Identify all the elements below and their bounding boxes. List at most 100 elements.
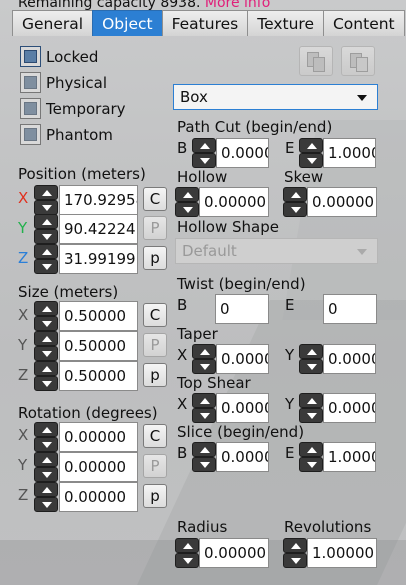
twist-begin-field[interactable]: 0 — [215, 294, 269, 324]
position-y-field[interactable]: 90.42224 — [59, 214, 138, 244]
increment-arrow-icon[interactable] — [34, 214, 58, 229]
radius-stepper[interactable] — [175, 538, 199, 568]
decrement-arrow-icon[interactable] — [34, 259, 58, 274]
paste-params-button[interactable] — [341, 46, 375, 76]
top-shear-y-stepper[interactable] — [299, 393, 323, 423]
twist-end-field[interactable]: 0 — [323, 294, 377, 324]
increment-arrow-icon[interactable] — [192, 393, 216, 408]
rotation-z-field[interactable]: 0.00000 — [59, 482, 138, 512]
slice-end-field[interactable]: 1.0000 — [323, 442, 376, 472]
rotation-x-field[interactable]: 0.00000 — [59, 422, 138, 452]
decrement-arrow-icon[interactable] — [34, 346, 58, 361]
decrement-arrow-icon[interactable] — [34, 376, 58, 391]
decrement-arrow-icon[interactable] — [192, 408, 216, 423]
increment-arrow-icon[interactable] — [299, 344, 323, 359]
position-z-stepper[interactable] — [34, 244, 58, 274]
size-z-stepper[interactable] — [34, 361, 58, 391]
decrement-arrow-icon[interactable] — [192, 359, 216, 374]
copy-params-button[interactable] — [299, 46, 333, 76]
locked-checkbox[interactable] — [20, 46, 41, 67]
size-x-field[interactable]: 0.50000 — [59, 301, 138, 331]
size-y-stepper[interactable] — [34, 331, 58, 361]
revolutions-stepper[interactable] — [283, 538, 307, 568]
skew-field[interactable]: 0.00000 — [307, 187, 377, 217]
tab-general[interactable]: General — [12, 10, 94, 36]
increment-arrow-icon[interactable] — [192, 442, 216, 457]
increment-arrow-icon[interactable] — [299, 442, 323, 457]
position-x-stepper[interactable] — [34, 185, 58, 215]
hollow-stepper[interactable] — [175, 187, 199, 217]
decrement-arrow-icon[interactable] — [175, 553, 199, 568]
paste-position-button[interactable]: P — [143, 216, 167, 240]
tab-object[interactable]: Object — [92, 10, 163, 36]
position-z-field[interactable]: 31.99199 — [59, 244, 138, 274]
decrement-arrow-icon[interactable] — [34, 316, 58, 331]
increment-arrow-icon[interactable] — [283, 187, 307, 202]
paste-rotation-lower-button[interactable]: p — [143, 484, 167, 508]
path-cut-begin-field[interactable]: 0.0000 — [216, 138, 269, 168]
increment-arrow-icon[interactable] — [34, 361, 58, 376]
paste-size-button[interactable]: P — [143, 333, 167, 357]
phantom-checkbox[interactable] — [20, 124, 41, 145]
decrement-arrow-icon[interactable] — [34, 497, 58, 512]
position-x-field[interactable]: 170.92958 — [59, 185, 138, 215]
size-z-field[interactable]: 0.50000 — [59, 361, 138, 391]
tab-texture[interactable]: Texture — [247, 10, 324, 36]
decrement-arrow-icon[interactable] — [34, 437, 58, 452]
decrement-arrow-icon[interactable] — [192, 457, 216, 472]
decrement-arrow-icon[interactable] — [299, 408, 323, 423]
increment-arrow-icon[interactable] — [34, 331, 58, 346]
increment-arrow-icon[interactable] — [192, 138, 216, 153]
rotation-x-stepper[interactable] — [34, 422, 58, 452]
increment-arrow-icon[interactable] — [34, 452, 58, 467]
hollow-field[interactable]: 0.00000 — [199, 187, 269, 217]
increment-arrow-icon[interactable] — [34, 185, 58, 200]
path-cut-begin-stepper[interactable] — [192, 138, 216, 168]
copy-rotation-button[interactable]: C — [143, 424, 167, 448]
top-shear-x-field[interactable]: 0.0000 — [216, 393, 269, 423]
physical-checkbox[interactable] — [20, 72, 41, 93]
paste-position-lower-button[interactable]: p — [143, 246, 167, 270]
increment-arrow-icon[interactable] — [34, 301, 58, 316]
path-cut-end-field[interactable]: 1.0000 — [323, 138, 376, 168]
top-shear-x-stepper[interactable] — [192, 393, 216, 423]
top-shear-y-field[interactable]: 0.0000 — [323, 393, 376, 423]
slice-end-stepper[interactable] — [299, 442, 323, 472]
increment-arrow-icon[interactable] — [34, 482, 58, 497]
revolutions-field[interactable]: 1.00000 — [307, 538, 377, 568]
increment-arrow-icon[interactable] — [299, 393, 323, 408]
hollow-shape-dropdown[interactable]: Default — [175, 238, 378, 264]
taper-y-stepper[interactable] — [299, 344, 323, 374]
increment-arrow-icon[interactable] — [34, 422, 58, 437]
path-cut-end-stepper[interactable] — [299, 138, 323, 168]
tab-features[interactable]: Features — [161, 10, 249, 36]
rotation-y-field[interactable]: 0.00000 — [59, 452, 138, 482]
increment-arrow-icon[interactable] — [175, 187, 199, 202]
increment-arrow-icon[interactable] — [283, 538, 307, 553]
taper-x-field[interactable]: 0.0000 — [216, 344, 269, 374]
taper-x-stepper[interactable] — [192, 344, 216, 374]
paste-size-lower-button[interactable]: p — [143, 363, 167, 387]
decrement-arrow-icon[interactable] — [299, 153, 323, 168]
decrement-arrow-icon[interactable] — [283, 553, 307, 568]
temporary-checkbox[interactable] — [20, 98, 41, 119]
copy-position-button[interactable]: C — [143, 187, 167, 211]
size-x-stepper[interactable] — [34, 301, 58, 331]
rotation-z-stepper[interactable] — [34, 482, 58, 512]
decrement-arrow-icon[interactable] — [299, 457, 323, 472]
copy-size-button[interactable]: C — [143, 303, 167, 327]
decrement-arrow-icon[interactable] — [283, 202, 307, 217]
slice-begin-field[interactable]: 0.0000 — [216, 442, 269, 472]
decrement-arrow-icon[interactable] — [34, 467, 58, 482]
decrement-arrow-icon[interactable] — [299, 359, 323, 374]
increment-arrow-icon[interactable] — [192, 344, 216, 359]
skew-stepper[interactable] — [283, 187, 307, 217]
paste-rotation-button[interactable]: P — [143, 454, 167, 478]
shape-type-dropdown[interactable]: Box — [173, 84, 378, 110]
decrement-arrow-icon[interactable] — [192, 153, 216, 168]
increment-arrow-icon[interactable] — [34, 244, 58, 259]
increment-arrow-icon[interactable] — [175, 538, 199, 553]
decrement-arrow-icon[interactable] — [34, 229, 58, 244]
tab-content[interactable]: Content — [322, 10, 405, 36]
size-y-field[interactable]: 0.50000 — [59, 331, 138, 361]
